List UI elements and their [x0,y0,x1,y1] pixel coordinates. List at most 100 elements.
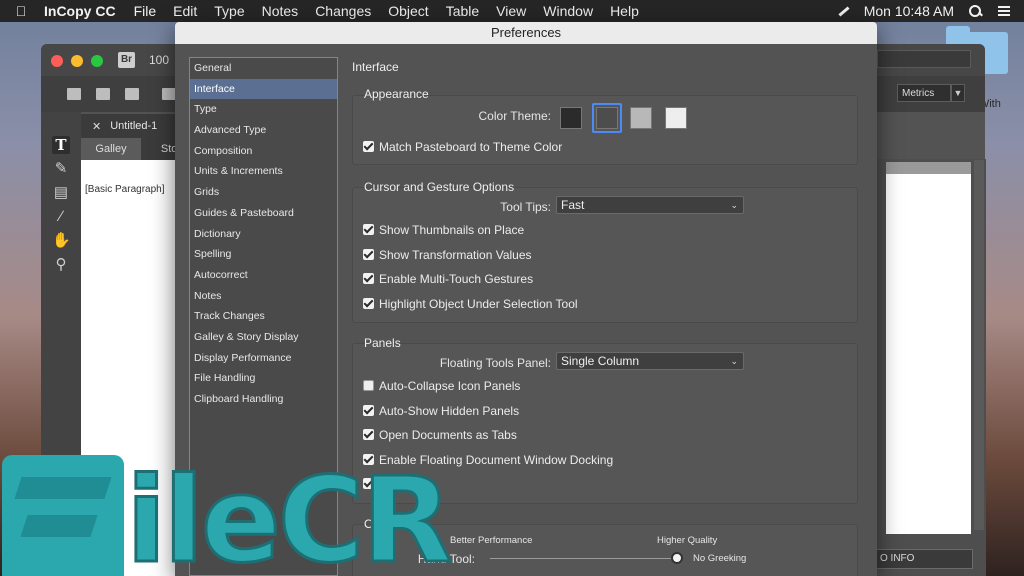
theme-medium-light-swatch[interactable] [630,107,652,129]
spotlight-search-icon[interactable] [968,4,982,18]
hand-tool-slider-thumb[interactable] [671,552,683,564]
category-display-performance[interactable]: Display Performance [190,348,337,369]
category-dictionary[interactable]: Dictionary [190,224,337,245]
minimize-window-button[interactable] [71,55,83,67]
category-clipboard-handling[interactable]: Clipboard Handling [190,389,337,410]
hand-tool-icon[interactable]: ✋ [52,232,71,250]
menubar-clock[interactable]: Mon 10:48 AM [864,3,954,19]
type-tool-icon[interactable]: T [52,136,70,154]
show-thumbnails-checkbox[interactable] [363,224,374,235]
category-notes[interactable]: Notes [190,286,337,307]
kerning-select[interactable]: Metrics [897,84,951,102]
category-galley-story-display[interactable]: Galley & Story Display [190,327,337,348]
category-type[interactable]: Type [190,99,337,120]
menu-notes[interactable]: Notes [262,3,299,19]
match-pasteboard-label: Match Pasteboard to Theme Color [379,140,563,154]
open-folder-icon[interactable] [96,88,110,100]
auto-show-hidden-label: Auto-Show Hidden Panels [379,404,520,418]
download-icon[interactable] [125,88,139,100]
category-file-handling[interactable]: File Handling [190,368,337,389]
print-icon[interactable] [162,88,176,100]
tool-tips-label: Tool Tips: [500,200,551,214]
open-as-tabs-checkbox[interactable] [363,429,374,440]
category-guides-pasteboard[interactable]: Guides & Pasteboard [190,203,337,224]
close-window-button[interactable] [51,55,63,67]
auto-collapse-label: Auto-Collapse Icon Panels [379,379,521,393]
category-composition[interactable]: Composition [190,141,337,162]
zoom-tool-icon[interactable]: ⚲ [52,256,70,274]
status-pen-icon[interactable] [836,4,850,18]
close-tab-icon[interactable]: ✕ [92,120,101,133]
pane-title: Interface [352,60,399,74]
bridge-icon[interactable]: Br [118,52,135,68]
floating-tools-select[interactable]: Single Column ⌄ [556,352,744,370]
chevron-down-icon: ⌄ [730,356,738,366]
watermark-f-icon [2,455,124,576]
theme-dark-swatch[interactable] [560,107,582,129]
floating-tools-value: Single Column [561,354,640,368]
multi-touch-checkbox[interactable] [363,273,374,284]
chevron-down-icon[interactable]: ▼ [951,84,965,102]
open-as-tabs-label: Open Documents as Tabs [379,428,517,442]
menu-object[interactable]: Object [388,3,428,19]
tab-galley[interactable]: Galley [81,138,141,160]
menu-type[interactable]: Type [214,3,244,19]
notification-center-icon[interactable] [996,4,1012,18]
menu-edit[interactable]: Edit [173,3,197,19]
watermark-logo: ileCR [2,451,454,576]
multi-touch-label: Enable Multi-Touch Gestures [379,272,534,286]
appearance-title: Appearance [364,87,429,101]
chevron-down-icon: ⌄ [730,200,738,210]
menu-table[interactable]: Table [446,3,479,19]
menu-view[interactable]: View [496,3,526,19]
dialog-title: Preferences [175,22,877,44]
apple-menu-icon[interactable]:  [12,3,30,19]
info-field[interactable]: O INFO [871,549,973,569]
category-units-increments[interactable]: Units & Increments [190,161,337,182]
document-tab[interactable]: ✕ Untitled-1 [81,114,181,138]
menu-file[interactable]: File [134,3,157,19]
search-field[interactable] [877,50,971,68]
category-grids[interactable]: Grids [190,182,337,203]
cursor-gesture-title: Cursor and Gesture Options [364,180,515,194]
zoom-window-button[interactable] [91,55,103,67]
auto-show-hidden-checkbox[interactable] [363,405,374,416]
note-tool-icon[interactable]: ✎ [52,160,70,178]
watermark-text: ileCR [124,451,453,576]
position-tool-icon[interactable]: ▤ [52,184,70,202]
show-transformation-checkbox[interactable] [363,249,374,260]
theme-medium-dark-swatch[interactable] [596,107,618,129]
highlight-object-checkbox[interactable] [363,298,374,309]
app-menu[interactable]: InCopy CC [44,3,116,19]
vertical-scrollbar[interactable] [974,160,984,530]
document-tab-label: Untitled-1 [110,120,158,132]
higher-quality-label: Higher Quality [657,535,718,546]
theme-light-swatch[interactable] [665,107,687,129]
show-thumbnails-label: Show Thumbnails on Place [379,223,525,237]
auto-collapse-checkbox[interactable] [363,380,374,391]
tool-tips-value: Fast [561,198,585,212]
better-performance-label: Better Performance [450,535,533,546]
category-interface[interactable]: Interface [190,78,337,100]
category-general[interactable]: General [190,58,337,79]
zoom-level[interactable]: 100 [149,53,169,67]
story-icon[interactable] [67,88,81,100]
menu-window[interactable]: Window [543,3,593,19]
layout-page[interactable] [886,174,971,534]
paragraph-style-label: [Basic Paragraph] [85,184,165,195]
category-advanced-type[interactable]: Advanced Type [190,120,337,141]
show-transformation-label: Show Transformation Values [379,248,532,262]
highlight-object-label: Highlight Object Under Selection Tool [379,297,578,311]
eyedropper-tool-icon[interactable]: ∕ [52,208,70,226]
menu-help[interactable]: Help [610,3,639,19]
floating-tools-label: Floating Tools Panel: [439,356,551,370]
category-autocorrect[interactable]: Autocorrect [190,265,337,286]
tool-tips-select[interactable]: Fast ⌄ [556,196,744,214]
menu-changes[interactable]: Changes [315,3,371,19]
category-spelling[interactable]: Spelling [190,244,337,265]
category-track-changes[interactable]: Track Changes [190,306,337,327]
panels-title: Panels [364,336,401,350]
hand-tool-value: No Greeking [693,553,747,564]
match-pasteboard-checkbox[interactable] [363,141,374,152]
hand-tool-slider[interactable] [490,558,680,559]
